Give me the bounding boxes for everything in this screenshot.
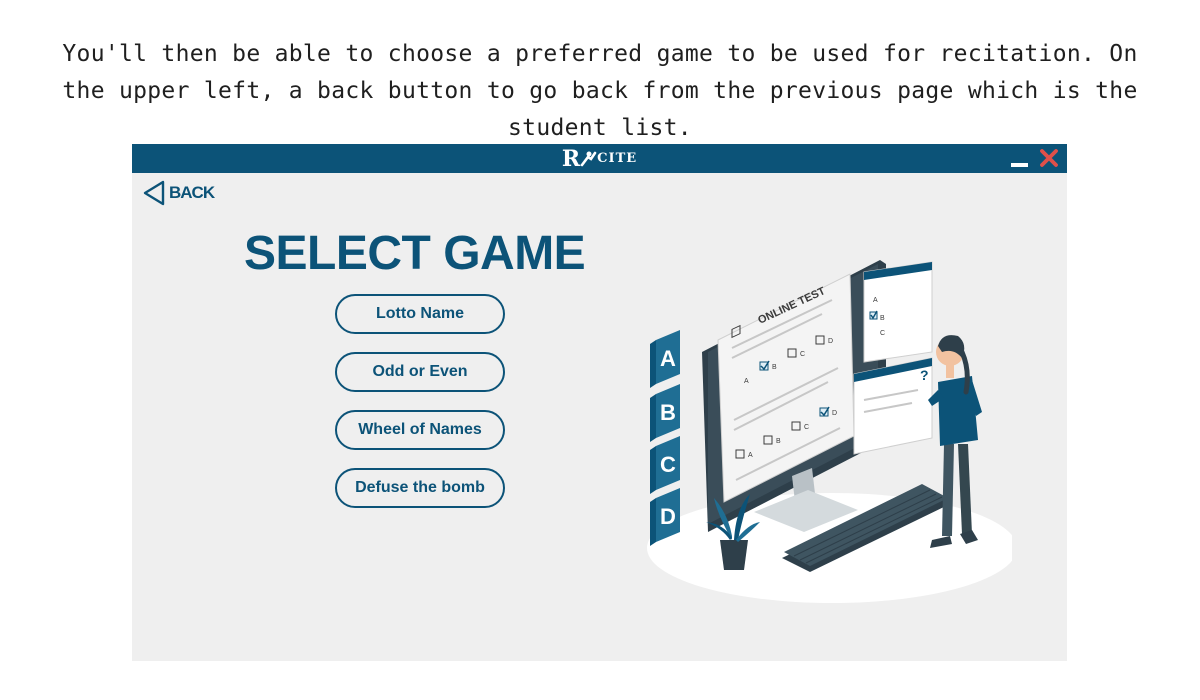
svg-text:A: A — [873, 297, 878, 304]
svg-text:D: D — [660, 504, 676, 529]
back-triangle-icon — [143, 180, 165, 206]
svg-text:?: ? — [920, 367, 929, 383]
defuse-the-bomb-button[interactable]: Defuse the bomb — [335, 468, 505, 508]
svg-text:C: C — [800, 351, 805, 358]
online-test-illustration: ONLINE TEST A B C D A B C D A B C ? A B … — [647, 260, 1012, 603]
odd-or-even-button[interactable]: Odd or Even — [335, 352, 505, 392]
app-logo: R CITE — [132, 144, 1067, 173]
svg-text:D: D — [832, 410, 837, 417]
svg-text:C: C — [880, 330, 885, 337]
svg-text:A: A — [744, 378, 749, 385]
logo-figure-icon — [580, 151, 597, 166]
popup-window-2: ? — [853, 357, 933, 455]
back-label: BACK — [169, 183, 215, 202]
caption-text: You'll then be able to choose a preferre… — [62, 41, 1138, 141]
app-window: R CITE BACK SELECT GAME Lotto Name Odd o… — [132, 144, 1067, 661]
svg-text:B: B — [772, 364, 777, 371]
close-icon[interactable] — [1038, 147, 1060, 169]
minimize-icon[interactable] — [1009, 150, 1029, 168]
svg-text:B: B — [660, 400, 676, 425]
svg-text:B: B — [880, 315, 885, 322]
back-button[interactable]: BACK — [142, 180, 215, 206]
logo-letter: R — [561, 145, 580, 172]
svg-text:C: C — [804, 424, 809, 431]
popup-window-1: A B C — [863, 261, 933, 363]
svg-text:A: A — [660, 346, 676, 371]
title-bar: R CITE — [132, 144, 1067, 173]
lotto-name-button[interactable]: Lotto Name — [335, 294, 505, 334]
wheel-of-names-button[interactable]: Wheel of Names — [335, 410, 505, 450]
svg-text:B: B — [776, 438, 781, 445]
logo-word: CITE — [597, 151, 638, 166]
svg-text:C: C — [660, 452, 676, 477]
svg-text:A: A — [748, 452, 753, 459]
page-title: SELECT GAME — [244, 227, 586, 280]
answer-blocks: A B C D — [650, 330, 680, 546]
svg-text:D: D — [828, 338, 833, 345]
